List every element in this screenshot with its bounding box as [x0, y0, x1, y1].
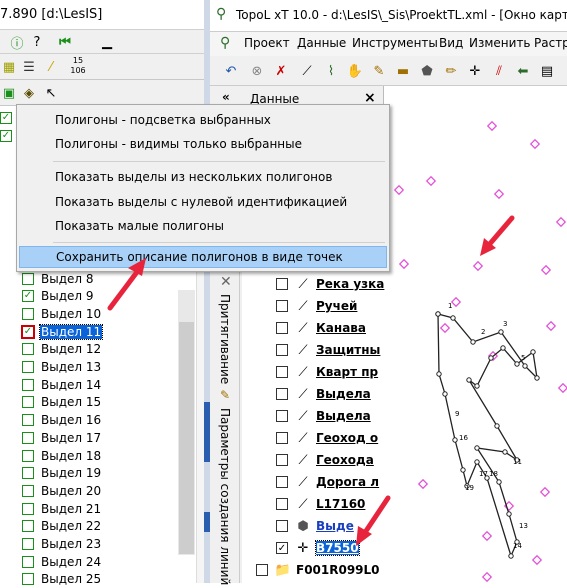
annotation-overlay — [107, 215, 515, 546]
arrow-to-map-point — [480, 215, 515, 256]
arrow-to-menu — [107, 258, 146, 311]
arrow-to-layer — [356, 495, 391, 546]
